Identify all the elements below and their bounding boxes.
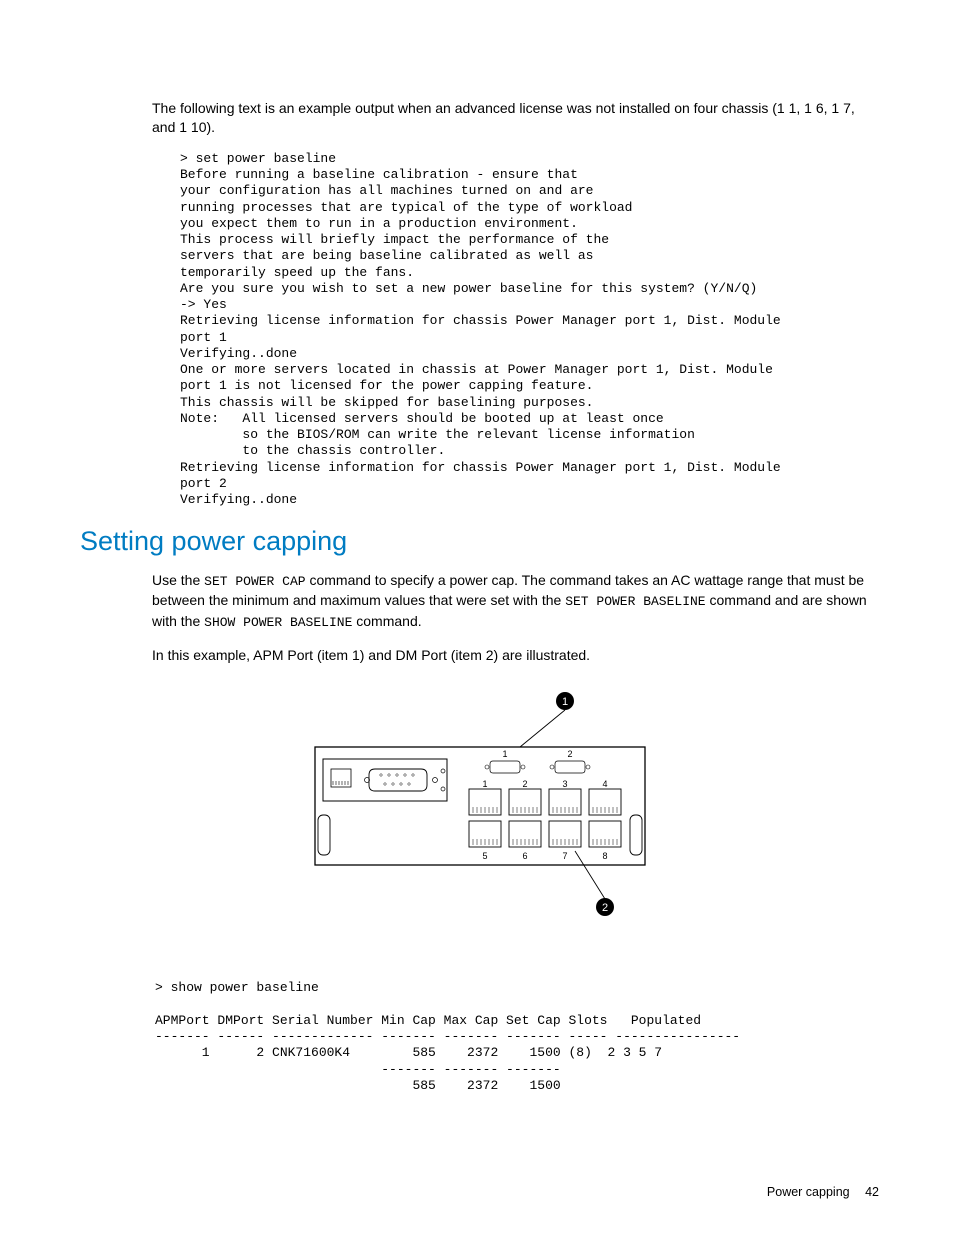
port-diagram-svg: 1 <box>295 689 665 949</box>
cmd-show-power-baseline: SHOW POWER BASELINE <box>204 615 352 630</box>
footer-section-label: Power capping <box>767 1185 850 1199</box>
diagram-port-label-7: 7 <box>562 851 567 861</box>
diagram-port-label-1: 1 <box>482 779 487 789</box>
diagram-port-label-5: 5 <box>482 851 487 861</box>
diagram-port-label-3: 3 <box>562 779 567 789</box>
diagram-port-row-top <box>469 789 621 815</box>
diagram-serial-label-2: 2 <box>567 749 572 759</box>
para1-text-d: command. <box>352 613 421 629</box>
cmd-set-power-cap: SET POWER CAP <box>204 574 305 589</box>
para1-text-a: Use the <box>152 572 204 588</box>
page-footer: Power capping 42 <box>767 1185 879 1199</box>
diagram-port-label-8: 8 <box>602 851 607 861</box>
diagram-port-label-2: 2 <box>522 779 527 789</box>
cmd-set-power-baseline: SET POWER BASELINE <box>565 594 705 609</box>
section-paragraph-1: Use the SET POWER CAP command to specify… <box>152 571 879 632</box>
diagram-port-label-6: 6 <box>522 851 527 861</box>
section-heading: Setting power capping <box>80 526 879 557</box>
diagram-callout-1: 1 <box>561 696 567 708</box>
diagram-port-row-bottom <box>469 821 621 847</box>
code-output-baseline: > set power baseline Before running a ba… <box>180 151 879 509</box>
diagram-serial-label-1: 1 <box>502 749 507 759</box>
diagram-callout-2: 2 <box>601 902 607 914</box>
footer-page-number: 42 <box>865 1185 879 1199</box>
port-diagram: 1 <box>80 689 879 952</box>
intro-paragraph: The following text is an example output … <box>152 99 879 137</box>
code-output-show-baseline: > show power baseline APMPort DMPort Ser… <box>155 980 879 1094</box>
diagram-port-label-4: 4 <box>602 779 607 789</box>
section-paragraph-2: In this example, APM Port (item 1) and D… <box>152 646 879 666</box>
